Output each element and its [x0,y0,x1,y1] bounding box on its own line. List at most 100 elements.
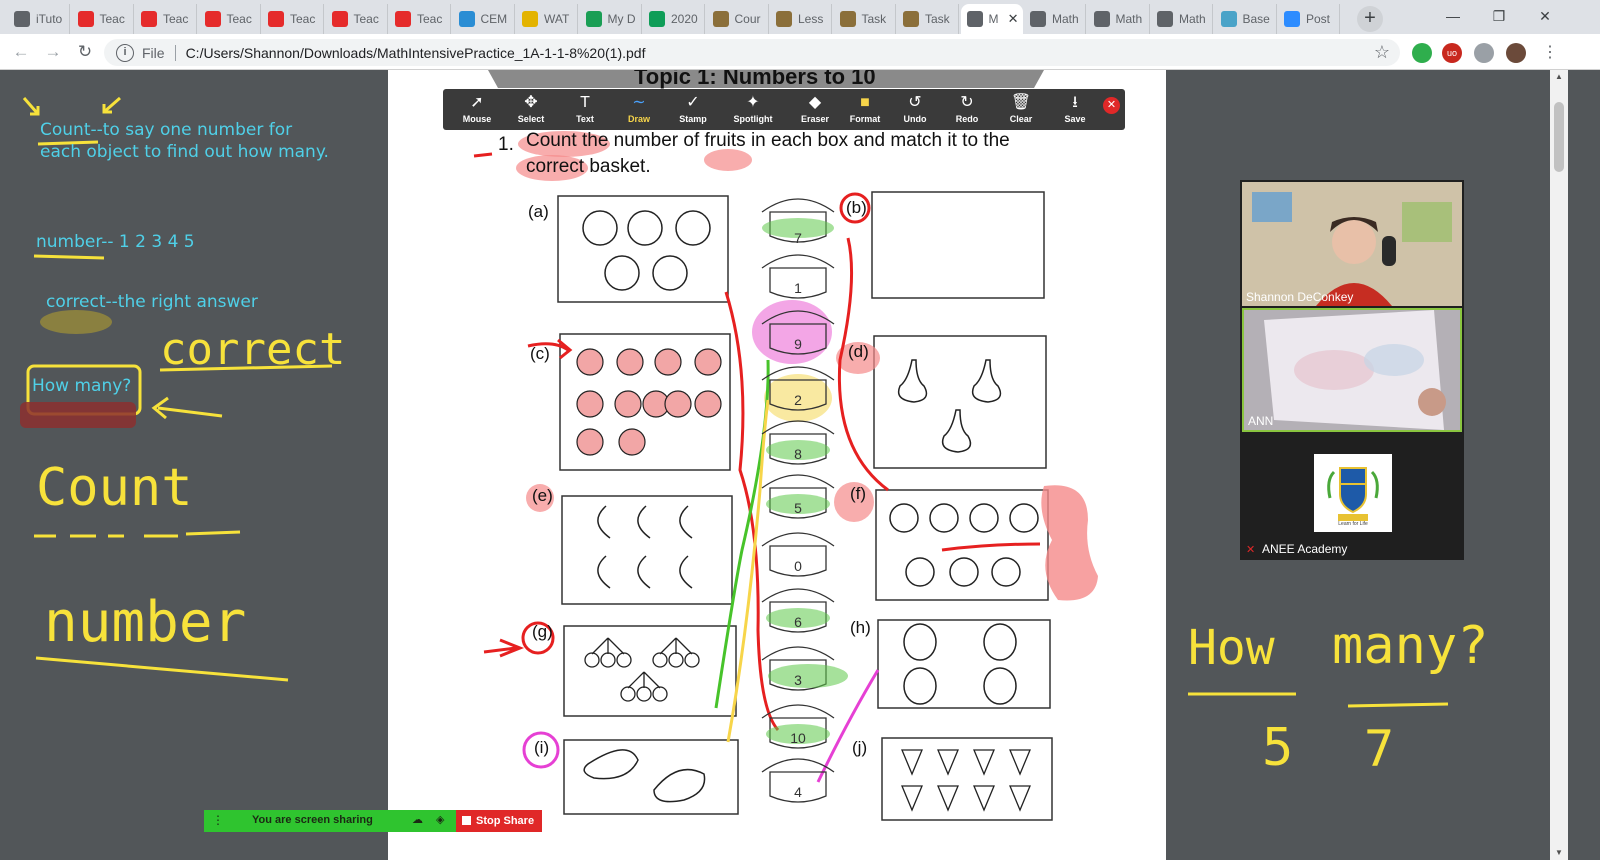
box-b [871,191,1045,299]
tool-label: Clear [1009,114,1033,124]
minimize-button[interactable]: — [1430,0,1476,34]
tool-clear-button[interactable]: 🗑 Clear [995,89,1047,130]
info-icon[interactable]: i [116,43,134,62]
tab-label: Cour [734,12,761,26]
tool-text-button[interactable]: T Text [559,89,611,130]
browser-tab[interactable]: Teac [262,4,324,34]
sheets-icon [649,11,665,27]
participant-video [1244,310,1460,430]
menu-kebab-icon[interactable]: ⋮ [1540,43,1560,63]
note-how-many: How many? [32,376,132,396]
browser-tab[interactable]: Cour [707,4,769,34]
browser-tab[interactable]: Teac [326,4,388,34]
box-label: (a) [528,202,549,221]
tab-label: Math [1115,12,1143,26]
tool-label: Format [849,114,881,124]
address-bar[interactable]: i File C:/Users/Shannon/Downloads/MathIn… [104,39,1400,66]
browser-tab[interactable]: Teac [135,4,197,34]
participant-video [1242,182,1462,306]
browser-tab[interactable]: Math [1151,4,1213,34]
participant-tile-ann[interactable]: ANN [1242,308,1462,432]
browser-tab[interactable]: Task [834,4,896,34]
restore-button[interactable]: ❐ [1476,0,1522,34]
tool-spotlight-button[interactable]: ✦ Spotlight [727,89,779,130]
new-tab-button[interactable]: + [1357,6,1383,32]
address-separator [174,44,176,61]
tool-draw-button[interactable]: ∼ Draw [613,89,665,130]
stop-share-label: Stop Share [476,815,535,827]
select-icon: ✥ [524,94,538,111]
tab-label: iTuto [36,12,63,26]
share-handle-icon[interactable]: ⋮ [212,813,224,827]
question-number: 1. [498,134,514,155]
participant-name: Shannon DeConkey [1246,290,1354,304]
highlight-blob [20,402,136,428]
tool-redo-button[interactable]: ↻ Redo [941,89,993,130]
browser-tab[interactable]: Math [1024,4,1086,34]
tool-save-button[interactable]: ⭳ Save [1049,89,1101,130]
handwritten-number: number [44,590,247,655]
mic-muted-icon: ✕ [1246,544,1256,556]
participant-tile-anee[interactable]: Learn for Life ANEE Academy ✕ [1242,434,1462,558]
basket-number: 0 [794,558,802,574]
bookmark-star-icon[interactable]: ☆ [1374,42,1390,63]
vertical-scrollbar[interactable]: ▲ ▼ [1550,70,1568,860]
tab-label: 2020 [671,12,698,26]
tool-label: Eraser [800,114,830,124]
tool-stamp-button[interactable]: ✓ Stamp [667,89,719,130]
browser-tab[interactable]: 2020 [643,4,705,34]
tool-format-button[interactable]: ■ Format [839,89,891,130]
note-count-line1: Count--to say one number for [40,120,293,140]
browser-tab[interactable]: Math [1088,4,1150,34]
handwritten-how: How [1188,620,1275,676]
box-e [561,495,733,605]
watermelons-h [903,623,1017,705]
wat-icon [522,11,538,27]
close-tab-icon[interactable]: ✕ [1008,11,1019,27]
participant-tile-shannon[interactable]: Shannon DeConkey [1242,182,1462,306]
browser-tab[interactable]: iTuto [8,4,70,34]
tab-label: Task [925,12,950,26]
profile-avatar[interactable] [1506,43,1526,63]
box-g [563,625,737,717]
browser-tab[interactable]: Teac [389,4,451,34]
tab-label: Teac [417,12,443,26]
browser-tab[interactable]: Teac [199,4,261,34]
browser-tab[interactable]: Less [770,4,832,34]
browser-tab[interactable]: Teac [72,4,134,34]
tool-select-button[interactable]: ✥ Select [505,89,557,130]
share-cloud-icon[interactable]: ☁ [412,813,423,826]
back-button[interactable]: ← [8,40,34,64]
browser-tab[interactable]: Task [897,4,959,34]
reload-button[interactable]: ↻ [72,40,98,64]
forward-button[interactable]: → [40,40,66,64]
address-url[interactable]: C:/Users/Shannon/Downloads/MathIntensive… [186,45,646,61]
browser-tab[interactable]: M ✕ [960,4,1023,34]
browser-tab[interactable]: WAT [516,4,578,34]
tool-mouse-button[interactable]: ➚ Mouse [451,89,503,130]
annotation-toolbar: ➚ Mouse ✥ Select T Text ∼ Draw ✓ Stamp ✦ Spotlight ◆… [443,89,1125,130]
stop-share-button[interactable]: Stop Share [456,810,542,832]
share-shield-icon[interactable]: ◈ [436,813,444,826]
box-label: (e) [532,486,553,505]
close-window-button[interactable]: ✕ [1522,0,1568,34]
close-annotation-button[interactable]: ✕ [1103,97,1120,114]
scroll-down-arrow-icon[interactable]: ▼ [1550,846,1568,860]
tool-undo-button[interactable]: ↺ Undo [889,89,941,130]
extension-green-icon[interactable] [1412,43,1432,63]
scroll-thumb[interactable] [1554,102,1564,172]
participant-name: ANEE Academy [1262,542,1348,556]
tab-label: Teac [163,12,189,26]
browser-tab[interactable]: Base [1215,4,1277,34]
box-a [557,195,729,303]
scroll-up-arrow-icon[interactable]: ▲ [1550,70,1568,84]
browser-tab[interactable]: CEM [453,4,515,34]
browser-tab[interactable]: Post [1278,4,1340,34]
ublock-icon[interactable]: uo [1442,43,1462,63]
extensions-puzzle-icon[interactable] [1474,43,1494,63]
dash-underline-mark [34,530,241,538]
tool-eraser-button[interactable]: ◆ Eraser [789,89,841,130]
basket-number: 4 [794,784,802,800]
browser-tab[interactable]: My D [580,4,642,34]
basket-number: 9 [794,336,802,352]
